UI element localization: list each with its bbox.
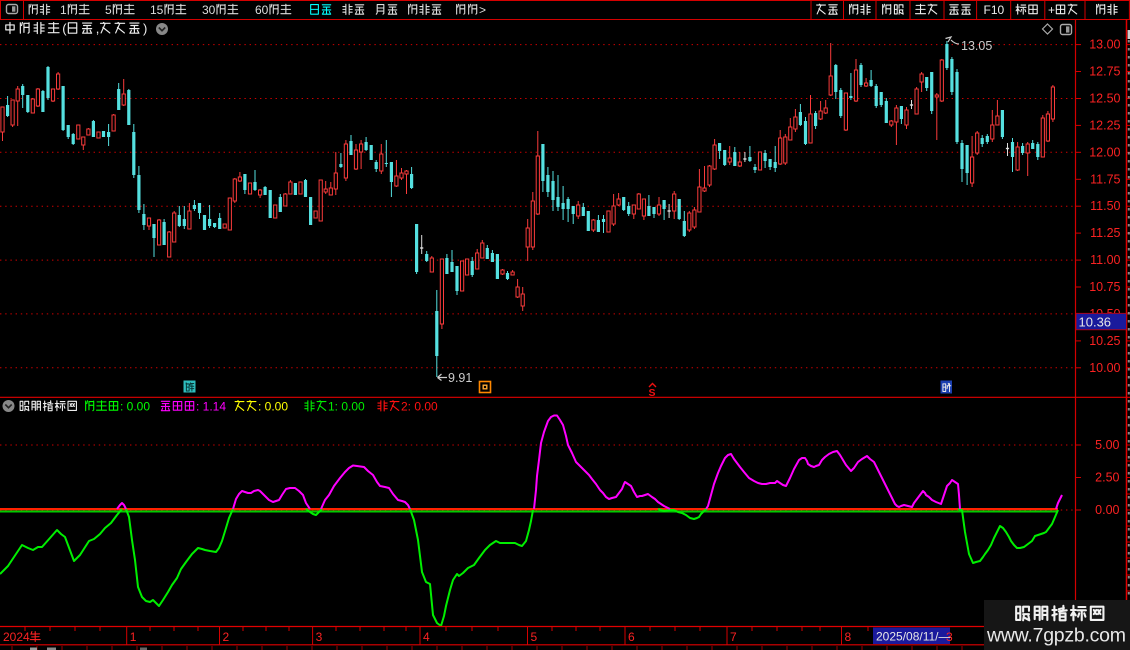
svg-text:9.91: 9.91 — [448, 371, 472, 385]
svg-text:www.7gpzb.com: www.7gpzb.com — [986, 625, 1126, 647]
svg-text:12.75: 12.75 — [1089, 65, 1120, 79]
svg-text:60: 60 — [255, 3, 269, 17]
svg-text:12.25: 12.25 — [1089, 118, 1120, 132]
svg-text:11.00: 11.00 — [1090, 253, 1120, 267]
svg-text:13.00: 13.00 — [1089, 38, 1120, 52]
svg-text:+: + — [1048, 3, 1055, 17]
svg-text:13.05: 13.05 — [961, 39, 992, 53]
svg-text:8: 8 — [845, 630, 852, 644]
svg-text:2024: 2024 — [3, 630, 30, 644]
svg-text:10.75: 10.75 — [1089, 280, 1120, 294]
svg-text:2: 2 — [223, 630, 230, 644]
svg-text:: 0.00: : 0.00 — [120, 400, 150, 414]
svg-text:2025/08/11/—: 2025/08/11/— — [876, 630, 951, 644]
svg-text:5: 5 — [531, 630, 538, 644]
svg-text:6: 6 — [628, 630, 635, 644]
svg-text:F10: F10 — [984, 3, 1005, 17]
svg-text:7: 7 — [730, 630, 737, 644]
svg-text:4: 4 — [423, 630, 430, 644]
svg-text:0.00: 0.00 — [1095, 503, 1119, 517]
svg-text:1: 0.00: 1: 0.00 — [328, 400, 365, 414]
svg-text:>: > — [479, 3, 486, 17]
svg-text:2: 0.00: 2: 0.00 — [401, 400, 438, 414]
svg-text:1: 1 — [60, 3, 67, 17]
svg-text:3: 3 — [946, 630, 953, 644]
svg-text:5: 5 — [105, 3, 112, 17]
svg-text:11.50: 11.50 — [1090, 199, 1120, 213]
svg-text:12.50: 12.50 — [1089, 92, 1120, 106]
svg-text:30: 30 — [202, 3, 216, 17]
svg-text:: 0.00: : 0.00 — [258, 400, 288, 414]
svg-text:10.25: 10.25 — [1089, 334, 1120, 348]
svg-text:5.00: 5.00 — [1095, 438, 1119, 452]
svg-text:(: ( — [62, 21, 67, 36]
svg-text:12.00: 12.00 — [1089, 145, 1120, 159]
svg-text:3: 3 — [316, 630, 323, 644]
svg-text:10.36: 10.36 — [1079, 315, 1112, 330]
svg-text:10.00: 10.00 — [1089, 361, 1120, 375]
svg-text:11.25: 11.25 — [1090, 226, 1120, 240]
svg-text:: 1.14: : 1.14 — [196, 400, 226, 414]
svg-text:11.75: 11.75 — [1090, 172, 1120, 186]
svg-text:,: , — [96, 21, 100, 36]
svg-text:1: 1 — [130, 630, 137, 644]
svg-text:15: 15 — [150, 3, 164, 17]
svg-text:2.50: 2.50 — [1095, 471, 1119, 485]
svg-text:): ) — [143, 21, 147, 36]
